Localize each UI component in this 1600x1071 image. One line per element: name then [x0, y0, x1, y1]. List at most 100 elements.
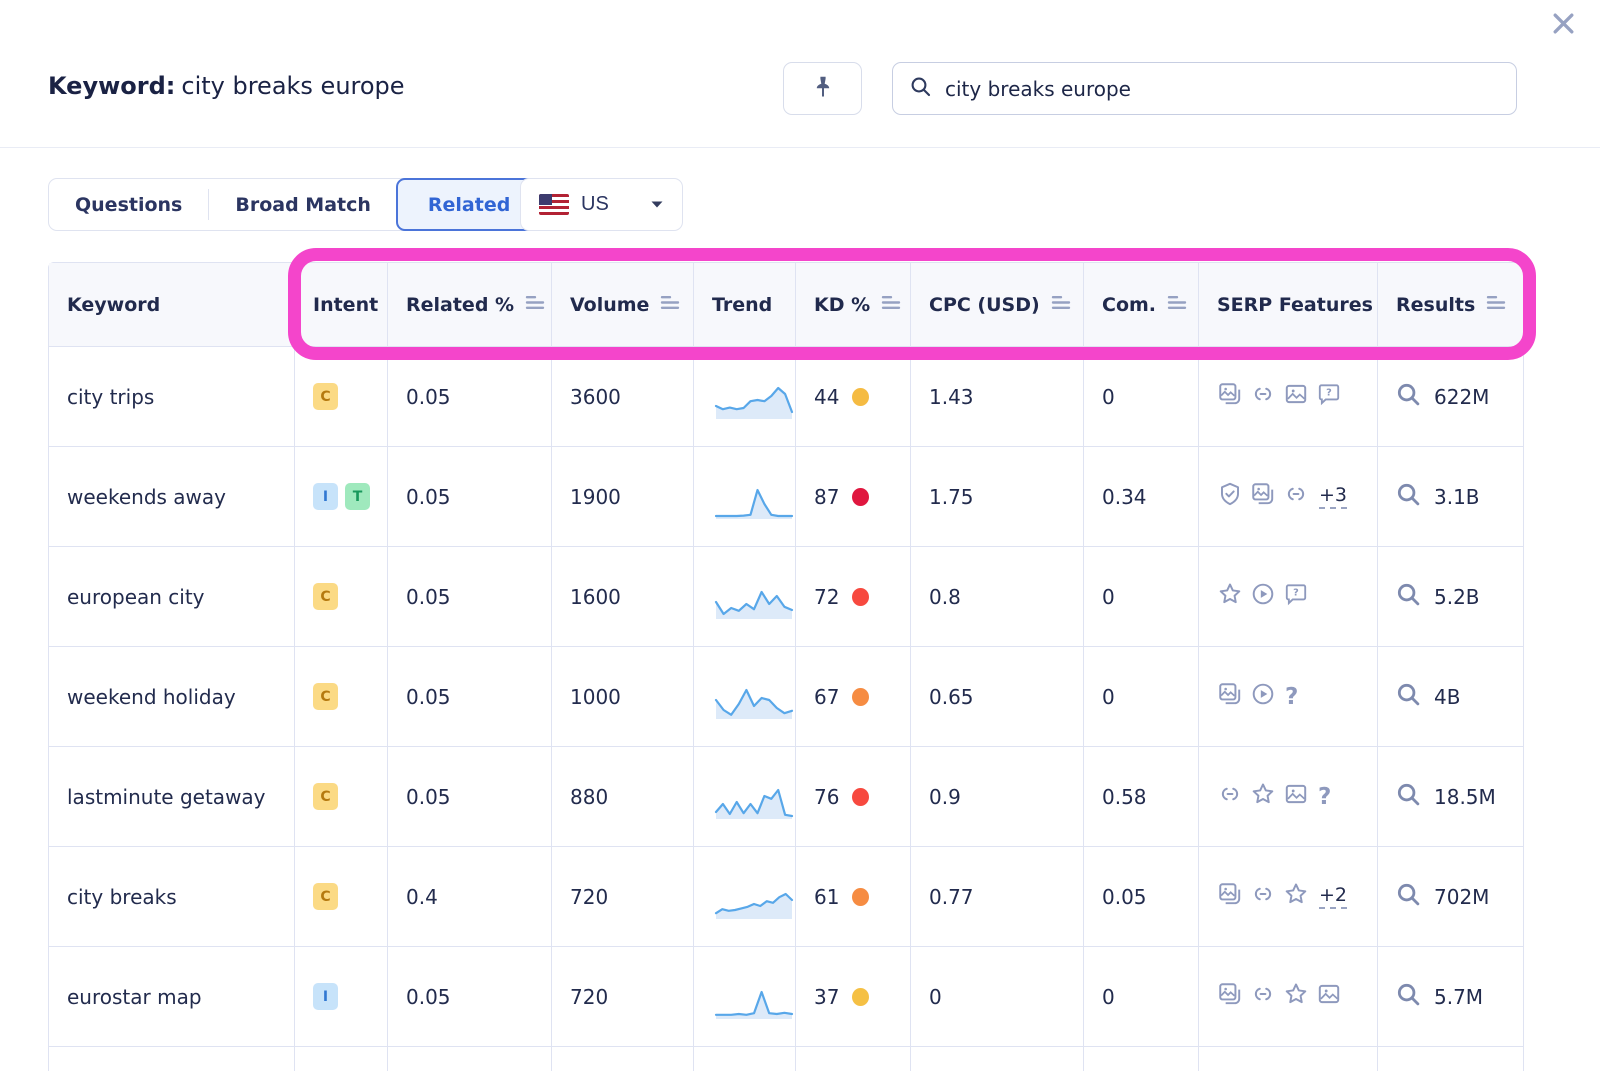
intent-cell: C — [295, 747, 388, 847]
table-row-partial — [49, 1047, 1523, 1071]
keyword-link[interactable]: weekend holiday — [67, 685, 236, 709]
magnifier-icon — [1396, 982, 1421, 1012]
intent-badge-c: C — [313, 883, 338, 910]
cpc-value: 0.77 — [929, 885, 974, 909]
col-trend: Trend — [712, 294, 772, 316]
col-intent: Intent — [313, 294, 378, 316]
volume-value: 1600 — [570, 585, 621, 609]
serp-features-cell: +2 — [1217, 881, 1347, 912]
question-icon: ? — [1285, 684, 1298, 710]
sort-icon[interactable] — [660, 294, 680, 316]
sort-icon[interactable] — [1167, 294, 1187, 316]
star-icon — [1283, 981, 1309, 1012]
tab-broad-match[interactable]: Broad Match — [209, 179, 397, 230]
sort-icon[interactable] — [881, 294, 901, 316]
keyword-link[interactable]: weekends away — [67, 485, 226, 509]
col-com: Com. — [1102, 294, 1156, 316]
col-volume: Volume — [570, 294, 649, 316]
table-row: weekend holidayC0.051000670.650?4B — [49, 647, 1523, 747]
trend-sparkline — [712, 372, 795, 422]
volume-value: 1900 — [570, 485, 621, 509]
serp-features-cell — [1217, 981, 1342, 1012]
intent-cell: C — [295, 347, 388, 447]
intent-cell: C — [295, 547, 388, 647]
competition-value: 0.05 — [1102, 885, 1147, 909]
table-header-row: Keyword Intent Related % Volume Trend KD… — [49, 263, 1523, 347]
search-input[interactable]: city breaks europe — [892, 62, 1517, 115]
link-icon — [1250, 881, 1276, 912]
keyword-link[interactable]: city trips — [67, 385, 154, 409]
kd-difficulty-dot — [852, 688, 869, 706]
us-flag-icon — [539, 194, 569, 215]
intent-badge-i: I — [313, 983, 338, 1010]
table-row: weekends awayIT0.051900871.750.34+33.1B — [49, 447, 1523, 547]
image-stack-icon — [1217, 881, 1243, 912]
link-icon — [1250, 981, 1276, 1012]
competition-value: 0 — [1102, 685, 1115, 709]
star-icon — [1217, 581, 1243, 612]
magnifier-icon — [1396, 882, 1421, 912]
volume-value: 880 — [570, 785, 608, 809]
pin-button[interactable] — [783, 62, 862, 115]
related-percent-value: 0.05 — [406, 985, 451, 1009]
intent-badge-c: C — [313, 783, 338, 810]
cpc-value: 1.75 — [929, 485, 974, 509]
page-title-label: Keyword: — [48, 72, 175, 100]
col-serp-features: SERP Features — [1217, 294, 1373, 316]
table-row: city tripsC0.053600441.430?622M — [49, 347, 1523, 447]
keyword-overview-panel: Keyword: city breaks europe city breaks e… — [0, 0, 1600, 1071]
intent-badge-c: C — [313, 383, 338, 410]
header-divider — [0, 147, 1600, 148]
cpc-value: 1.43 — [929, 385, 974, 409]
intent-badge-i: I — [313, 483, 338, 510]
keyword-link[interactable]: european city — [67, 585, 205, 609]
cpc-value: 0 — [929, 985, 942, 1009]
results-value: 4B — [1434, 685, 1460, 709]
trend-sparkline — [712, 572, 795, 622]
kd-value: 72 — [814, 585, 839, 609]
kd-difficulty-dot — [852, 888, 869, 906]
serp-more-badge[interactable]: +3 — [1319, 484, 1347, 509]
close-icon[interactable] — [1548, 8, 1578, 38]
table-row: lastminute getawayC0.05880760.90.58?18.5… — [49, 747, 1523, 847]
cpc-value: 0.8 — [929, 585, 961, 609]
results-value: 3.1B — [1434, 485, 1480, 509]
search-icon — [909, 75, 933, 103]
trend-sparkline — [712, 972, 795, 1022]
intent-badge-c: C — [313, 583, 338, 610]
intent-cell: C — [295, 647, 388, 747]
region-label: US — [581, 193, 609, 216]
region-dropdown[interactable]: US — [520, 178, 683, 231]
magnifier-icon — [1396, 382, 1421, 412]
serp-features-cell: ? — [1217, 681, 1298, 712]
question-icon: ? — [1318, 784, 1331, 810]
tab-questions[interactable]: Questions — [49, 179, 208, 230]
kd-difficulty-dot — [852, 488, 869, 506]
kd-difficulty-dot — [852, 988, 869, 1006]
match-type-tabs: Questions Broad Match Related — [48, 178, 542, 231]
keyword-link[interactable]: city breaks — [67, 885, 177, 909]
kd-difficulty-dot — [852, 388, 869, 406]
table-row: city breaksC0.4720610.770.05+2702M — [49, 847, 1523, 947]
competition-value: 0 — [1102, 385, 1115, 409]
keyword-link[interactable]: eurostar map — [67, 985, 202, 1009]
keyword-link[interactable]: lastminute getaway — [67, 785, 266, 809]
trend-sparkline — [712, 472, 795, 522]
kd-value: 67 — [814, 685, 839, 709]
link-icon — [1283, 481, 1309, 512]
play-circle-icon — [1250, 681, 1276, 712]
related-percent-value: 0.05 — [406, 685, 451, 709]
serp-more-badge[interactable]: +2 — [1319, 884, 1347, 909]
volume-value: 720 — [570, 885, 608, 909]
col-results: Results — [1396, 294, 1475, 316]
cpc-value: 0.65 — [929, 685, 974, 709]
table-row: eurostar mapI0.0572037005.7M — [49, 947, 1523, 1047]
serp-features-cell: ? — [1217, 581, 1309, 612]
sort-icon[interactable] — [1051, 294, 1071, 316]
results-value: 702M — [1434, 885, 1489, 909]
sort-icon[interactable] — [1486, 294, 1506, 316]
magnifier-icon — [1396, 482, 1421, 512]
results-value: 18.5M — [1434, 785, 1496, 809]
play-circle-icon — [1250, 581, 1276, 612]
sort-icon[interactable] — [525, 294, 545, 316]
